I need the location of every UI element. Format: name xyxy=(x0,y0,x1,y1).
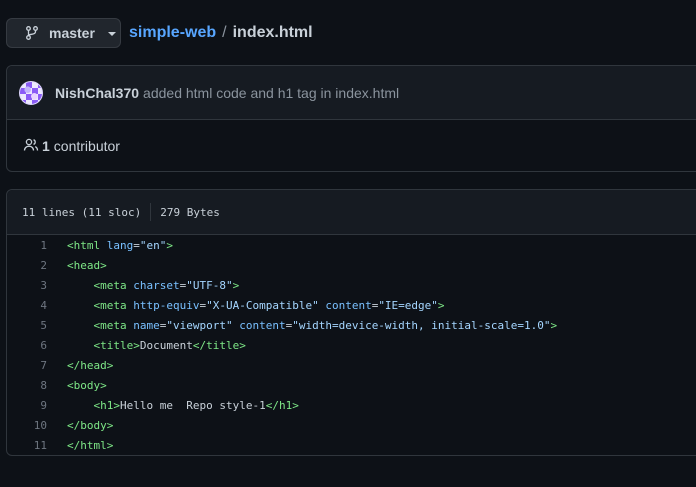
code-token: name xyxy=(133,318,160,332)
code-line: 2 <head> xyxy=(7,255,696,275)
file-info-divider xyxy=(150,203,152,221)
code-token: <meta xyxy=(93,278,134,292)
code-token: </html> xyxy=(67,438,114,452)
commit-author-link[interactable]: NishChal370 xyxy=(55,85,139,101)
file-lines-info: 11 lines (11 sloc) xyxy=(22,205,142,219)
code-token: <head> xyxy=(67,258,107,272)
line-content: <head> xyxy=(47,259,107,272)
code-token: <meta xyxy=(93,318,134,332)
line-content: <body> xyxy=(47,379,107,392)
line-content: <title>Document</title> xyxy=(47,339,246,352)
code-token: "IE=edge" xyxy=(378,298,438,312)
code-token: lang xyxy=(106,238,134,252)
branch-name: master xyxy=(49,25,95,41)
code-line: 1 <html lang="en"> xyxy=(7,235,696,255)
branch-select-button[interactable]: master xyxy=(6,18,121,48)
code-token: Document xyxy=(139,338,193,352)
git-branch-icon xyxy=(24,25,40,41)
line-content: </head> xyxy=(47,359,113,372)
code-token: > xyxy=(166,238,173,252)
code-line: 10 </body> xyxy=(7,415,696,435)
line-number[interactable]: 2 xyxy=(7,259,47,272)
contributor-label: contributor xyxy=(53,138,120,154)
commit-row: NishChal370 added html code and h1 tag i… xyxy=(7,66,696,120)
line-number[interactable]: 11 xyxy=(7,439,47,452)
code-token: > xyxy=(437,298,445,312)
line-content: </html> xyxy=(47,439,113,452)
code-token: <body> xyxy=(67,378,107,392)
code-token: <h1> xyxy=(93,398,121,412)
line-number[interactable]: 1 xyxy=(7,239,47,252)
triangle-down-icon xyxy=(107,32,116,36)
code-token: "en" xyxy=(139,238,167,252)
code-token: </body> xyxy=(67,418,114,432)
file-navigation: master simple-web / index.html xyxy=(6,17,313,49)
breadcrumb-separator: / xyxy=(222,24,227,41)
code-token: > xyxy=(232,278,240,292)
file-size: 279 Bytes xyxy=(160,205,220,219)
line-number[interactable]: 6 xyxy=(7,339,47,352)
code-line: 8 <body> xyxy=(7,375,696,395)
code-token: content xyxy=(239,318,286,332)
breadcrumb-repo-link[interactable]: simple-web xyxy=(129,24,216,42)
line-content: <meta name="viewport" content="width=dev… xyxy=(47,318,558,332)
code-token: "width=device-width, initial-scale=1.0" xyxy=(292,318,551,332)
code-line: 4 <meta http-equiv="X-UA-Compatible" con… xyxy=(7,295,696,315)
line-number[interactable]: 10 xyxy=(7,419,47,432)
line-content: <meta http-equiv="X-UA-Compatible" conte… xyxy=(47,299,445,312)
code-line: 3 <meta charset="UTF-8"> xyxy=(7,275,696,295)
file-info-header: 11 lines (11 sloc) 279 Bytes xyxy=(7,190,696,235)
code-token: </head> xyxy=(67,358,114,372)
code-line: 5 <meta name="viewport" content="width=d… xyxy=(7,315,696,335)
file-viewer: 11 lines (11 sloc) 279 Bytes 1 <html lang… xyxy=(6,189,696,456)
code-token: <html xyxy=(67,238,107,252)
code-view: 1 <html lang="en"> 2 <head> 3 <meta charset=… xyxy=(7,235,696,455)
code-token: Hello me Repo style-1 xyxy=(120,398,266,412)
people-icon xyxy=(23,137,42,156)
code-token: "UTF-8" xyxy=(186,278,233,292)
line-number[interactable]: 4 xyxy=(7,299,47,312)
code-token: content xyxy=(325,298,372,312)
code-token: </title> xyxy=(192,338,246,352)
line-number[interactable]: 9 xyxy=(7,399,47,412)
breadcrumb: simple-web / index.html xyxy=(129,24,313,42)
code-token: charset xyxy=(133,278,180,292)
latest-commit-box: NishChal370 added html code and h1 tag i… xyxy=(6,65,696,172)
line-number[interactable]: 7 xyxy=(7,359,47,372)
code-token: </h1> xyxy=(265,398,299,412)
code-token: <title> xyxy=(93,338,140,352)
line-number[interactable]: 3 xyxy=(7,279,47,292)
code-line: 11 </html> xyxy=(7,435,696,455)
commit-message-link[interactable]: added html code and h1 tag in index.html xyxy=(143,85,399,101)
code-line: 6 <title>Document</title> xyxy=(7,335,696,355)
code-line: 9 <h1>Hello me Repo style-1</h1> xyxy=(7,395,696,415)
code-token: > xyxy=(550,318,558,332)
code-token: "viewport" xyxy=(166,318,233,332)
code-token: http-equiv xyxy=(133,298,200,312)
contributors-row[interactable]: 1 contributor xyxy=(7,120,696,172)
line-content: <h1>Hello me Repo style-1</h1> xyxy=(47,399,299,412)
breadcrumb-file-name: index.html xyxy=(232,24,313,41)
code-token: = xyxy=(133,238,140,252)
contributor-count: 1 xyxy=(42,138,50,154)
line-number[interactable]: 8 xyxy=(7,379,47,392)
code-token: "X-UA-Compatible" xyxy=(206,298,319,312)
line-number[interactable]: 5 xyxy=(7,319,47,332)
code-line: 7 </head> xyxy=(7,355,696,375)
line-content: <meta charset="UTF-8"> xyxy=(47,278,240,292)
code-token: <meta xyxy=(93,298,134,312)
line-content: </body> xyxy=(47,419,113,432)
line-content: <html lang="en"> xyxy=(47,239,173,252)
avatar[interactable] xyxy=(19,80,43,105)
